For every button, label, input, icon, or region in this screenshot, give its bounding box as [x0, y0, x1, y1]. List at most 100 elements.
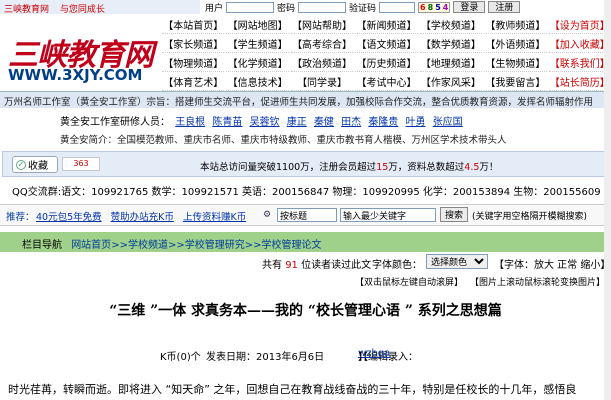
- member-link[interactable]: 王良根: [175, 117, 205, 128]
- studio-members: 黄全安工作室研修人员： 王良根 陈青苗 吴蓉钦 康正 秦健 田杰 秦隆贵 叶勇 …: [0, 110, 611, 128]
- nav-add-favorite[interactable]: 【加入收藏】: [548, 34, 611, 53]
- search-button[interactable]: 搜索: [440, 207, 468, 222]
- nav-help[interactable]: 【网站帮助】: [290, 15, 354, 34]
- nav-history[interactable]: 【历史频道】: [355, 53, 418, 72]
- font-size-controls[interactable]: 【字体：放大 正常 缩小】: [494, 256, 610, 271]
- username-input[interactable]: [226, 1, 275, 13]
- kcoin: K币(0)个: [160, 352, 201, 363]
- captcha-input[interactable]: [379, 1, 416, 13]
- captcha-image[interactable]: 6 8 5 4: [418, 1, 451, 13]
- scroll-hints: 【双击鼠标左键自动滚屏】 【图片上滚动鼠标滚轮变换图片】: [0, 274, 611, 288]
- readers-pre: 共有: [262, 260, 282, 271]
- nav-chemistry[interactable]: 【化学频道】: [226, 53, 289, 72]
- editor-end: 】: [358, 352, 368, 363]
- masters-studio-bar: 万州名师工作室（黄全安工作室）宗旨：搭建师生交流平台，促进师生共同发展，加强校际…: [0, 91, 611, 108]
- member-link[interactable]: 秦隆贵: [368, 117, 398, 128]
- nav-it[interactable]: 【信息技术】: [226, 72, 289, 91]
- member-link[interactable]: 张应国: [433, 117, 463, 128]
- search-kind-select[interactable]: 按标题: [277, 208, 337, 222]
- captcha-digit: 4: [442, 2, 449, 12]
- site-stats: 本站总访问量突破1100万，注册会员超过15万，资料总数超过4.5万！: [200, 159, 498, 173]
- nav-home[interactable]: 【本站首页】: [162, 15, 225, 34]
- top-link-slogan[interactable]: 与您同成长: [60, 5, 105, 14]
- nav-student[interactable]: 【学生频道】: [226, 34, 289, 53]
- breadcrumb-mgmt[interactable]: >>学校管理研究: [168, 240, 245, 251]
- nav-parent[interactable]: 【家长频道】: [162, 34, 225, 53]
- stats-text-c: 万！: [479, 162, 499, 173]
- article-tools: 共有 91 位读者读过此文 字体颜色： 选择颜色 【字体：放大 正常 缩小】: [0, 252, 611, 272]
- recommend-links: 40元包5年免费 赞助办站充K币 上传资料赚K币: [36, 209, 246, 223]
- qq-groups: QQ交流群:语文：109921765 数学：109921571 英语：20015…: [12, 187, 601, 198]
- login-bar: 用户 密码 验证码 6 8 5 4 登录 注册: [205, 0, 521, 14]
- nav-sports-art[interactable]: 【体育艺术】: [162, 72, 225, 91]
- master-intro: 黄全安简介：全国模范教师、重庆市名师、重庆市特级教师、重庆市教书育人楷模、万州区…: [60, 135, 507, 146]
- breadcrumb-prefix: 栏目导航: [22, 240, 62, 251]
- readers-info: 共有 91 位读者读过此文: [262, 256, 371, 271]
- page-scrollbar[interactable]: [604, 0, 611, 400]
- recommend-link[interactable]: 赞助办站充K币: [111, 212, 174, 223]
- search-hint: (关键字用空格隔开模糊搜索): [472, 212, 588, 222]
- breadcrumb-papers[interactable]: >>学校管理论文: [245, 240, 322, 251]
- font-color-select[interactable]: 选择颜色: [426, 254, 488, 269]
- favorite-icon: ✓: [16, 159, 26, 170]
- nav-chinese[interactable]: 【语文频道】: [355, 34, 418, 53]
- top-links: 三峡教育网 与您同成长: [0, 0, 200, 14]
- captcha-digit: 8: [427, 2, 434, 12]
- recommend-link[interactable]: 上传资料赚K币: [183, 212, 246, 223]
- nav-geography[interactable]: 【地理频道】: [419, 53, 483, 72]
- nav-biology[interactable]: 【生物频道】: [484, 53, 547, 72]
- top-link-site[interactable]: 三峡教育网: [4, 5, 49, 14]
- recommend-link[interactable]: 40元包5年免费: [36, 212, 102, 223]
- favorite-count: 363: [62, 157, 100, 171]
- main-nav: 【本站首页】 【网站地图】 【网站帮助】 【新闻频道】 【学校频道】 【教师频道…: [162, 15, 611, 91]
- captcha-label: 验证码: [349, 3, 377, 14]
- nav-foreign-lang[interactable]: 【外语频道】: [484, 34, 547, 53]
- member-link[interactable]: 吴蓉钦: [250, 117, 280, 128]
- member-link[interactable]: 叶勇: [406, 117, 426, 128]
- stats-text-a: 本站总访问量突破1100万，注册会员超过: [200, 162, 377, 173]
- login-button[interactable]: 登录: [453, 1, 486, 13]
- nav-set-homepage[interactable]: 【设为首页】: [548, 15, 611, 34]
- breadcrumb-school[interactable]: >>学校频道: [111, 240, 168, 251]
- member-link[interactable]: 陈青苗: [212, 117, 242, 128]
- nav-classmates[interactable]: 【同学录】: [290, 72, 354, 91]
- nav-guestbook[interactable]: 【我要留言】: [484, 72, 547, 91]
- nav-admin-bio[interactable]: 【站长简历】: [548, 72, 611, 91]
- nav-math[interactable]: 【数学频道】: [419, 34, 483, 53]
- nav-writers[interactable]: 【作家风采】: [419, 72, 483, 91]
- members-label: 黄全安工作室研修人员：: [60, 117, 170, 128]
- nav-news[interactable]: 【新闻频道】: [355, 15, 418, 34]
- favorite-label: 收藏: [28, 161, 48, 172]
- auto-scroll-hint: 【双击鼠标左键自动滚屏】: [355, 278, 464, 288]
- nav-exam-center[interactable]: 【考试中心】: [355, 72, 418, 91]
- font-color-label: 字体颜色：: [372, 260, 422, 271]
- site-logo[interactable]: 三峡教育网 WWW.3XJY.COM: [0, 14, 160, 90]
- nav-gaokao[interactable]: 【高考综合】: [290, 34, 354, 53]
- article-title: “三维 ”一体 求真务本——我的 “校长管理心语 ” 系列之思想篇: [109, 303, 502, 319]
- nav-contact[interactable]: 【联系我们】: [548, 53, 611, 72]
- breadcrumb-home[interactable]: 网站首页: [71, 240, 111, 251]
- captcha-digit: 5: [435, 2, 441, 12]
- stats-members: 15: [376, 162, 389, 173]
- password-input[interactable]: [298, 1, 347, 13]
- register-button[interactable]: 注册: [488, 1, 521, 13]
- nav-teacher[interactable]: 【教师频道】: [484, 15, 547, 34]
- password-label: 密码: [277, 3, 296, 14]
- member-link[interactable]: 康正: [287, 117, 307, 128]
- breadcrumb: 栏目导航 网站首页>>学校频道>>学校管理研究>>学校管理论文: [0, 232, 611, 252]
- member-link[interactable]: 秦健: [314, 117, 334, 128]
- nav-physics[interactable]: 【物理频道】: [162, 53, 225, 72]
- search-bar: 推荐： 40元包5年免费 赞助办站充K币 上传资料赚K币 ⚙ 按标题 搜索 (关…: [0, 204, 611, 226]
- nav-politics[interactable]: 【政治频道】: [290, 53, 354, 72]
- stats-docs: 4.5: [464, 162, 480, 173]
- favorite-button[interactable]: ✓ 收藏: [12, 156, 58, 173]
- nav-school[interactable]: 【学校频道】: [419, 15, 483, 34]
- logo-url: WWW.3XJY.COM: [8, 66, 143, 84]
- stats-text-b: 万，资料总数超过: [388, 162, 465, 173]
- user-label: 用户: [205, 3, 224, 14]
- member-link[interactable]: 田杰: [341, 117, 361, 128]
- image-wheel-hint: 【图片上滚动鼠标滚轮变换图片】: [470, 278, 606, 288]
- search-input[interactable]: [340, 208, 436, 222]
- nav-sitemap[interactable]: 【网站地图】: [226, 15, 289, 34]
- search-icon: ⚙: [263, 210, 272, 220]
